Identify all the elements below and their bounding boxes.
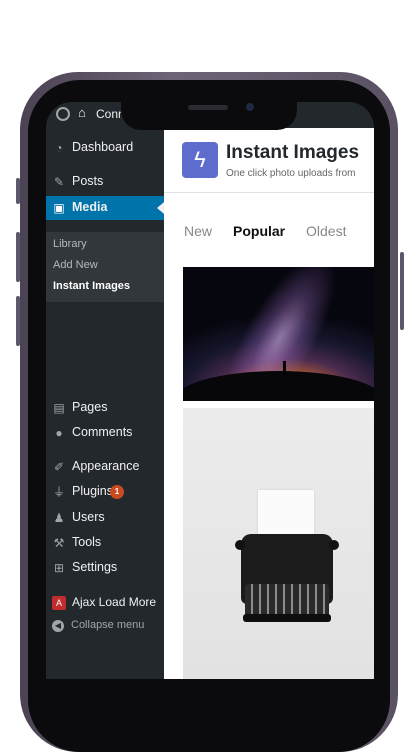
typewriter-base: [243, 614, 331, 622]
ajax-load-more-icon: A: [52, 596, 66, 610]
sidebar-item-label: Settings: [72, 560, 118, 574]
tab-popular[interactable]: Popular: [233, 223, 285, 239]
media-submenu: Library Add New Instant Images: [46, 232, 164, 302]
sidebar-item-label: Media: [72, 200, 108, 214]
typewriter-knob: [329, 540, 339, 550]
sidebar-item-comments[interactable]: ● Comments: [46, 421, 164, 445]
photo-night-sky[interactable]: [183, 267, 374, 401]
phone-screen: ⌂ Conn ◔ Dashboard ✎ Posts ▣ Media Libra…: [46, 102, 374, 679]
submenu-item-add-new[interactable]: Add New: [53, 259, 98, 271]
sidebar-item-ajax-load-more[interactable]: A Ajax Load More: [46, 591, 164, 615]
sidebar-item-label: Posts: [72, 174, 104, 188]
home-icon[interactable]: ⌂: [78, 105, 86, 120]
phone-button: [16, 178, 20, 204]
dashboard-icon: ◔: [55, 141, 63, 155]
phone-button: [400, 252, 404, 330]
horizon: [183, 371, 374, 401]
sidebar-item-posts[interactable]: ✎ Posts: [46, 170, 164, 194]
admin-sidebar: ◔ Dashboard ✎ Posts ▣ Media Library Add …: [46, 128, 164, 679]
sidebar-item-label: Pages: [72, 400, 108, 414]
collapse-menu-button[interactable]: ◀ Collapse menu: [46, 617, 164, 637]
speaker-grille: [188, 105, 228, 110]
media-icon: ▣: [53, 201, 65, 215]
submenu-item-library[interactable]: Library: [53, 238, 87, 250]
update-count-badge: 1: [110, 485, 124, 499]
sidebar-item-media[interactable]: ▣ Media: [46, 196, 164, 220]
page-title: Instant Images: [226, 142, 360, 163]
sidebar-item-label: Dashboard: [72, 140, 134, 154]
phone-button: [16, 232, 20, 282]
plugin-icon: ⏚: [52, 485, 65, 499]
brush-icon: ✐: [53, 460, 65, 474]
main-content: ϟ Instant Images One click photo uploads…: [164, 128, 374, 679]
phone-button: [16, 296, 20, 346]
typewriter-paper: [258, 490, 314, 540]
settings-icon: ⊞: [53, 561, 65, 575]
collapse-menu-label: Collapse menu: [71, 619, 145, 631]
user-icon: ♟: [53, 511, 65, 525]
wordpress-logo-icon[interactable]: [56, 107, 70, 121]
sidebar-item-users[interactable]: ♟ Users: [46, 506, 164, 530]
sidebar-item-label: Comments: [72, 425, 133, 439]
sidebar-item-label: Tools: [72, 535, 102, 549]
tab-new[interactable]: New: [184, 223, 212, 239]
sidebar-item-settings[interactable]: ⊞ Settings: [46, 556, 164, 580]
plugin-header: ϟ Instant Images One click photo uploads…: [164, 128, 374, 193]
sidebar-item-tools[interactable]: ⚒ Tools: [46, 531, 164, 555]
typewriter-knob: [235, 540, 245, 550]
silhouette: [283, 361, 286, 375]
collapse-arrow-icon: ◀: [52, 620, 64, 632]
front-camera: [246, 103, 254, 111]
phone-notch: [121, 96, 297, 130]
sidebar-item-plugins[interactable]: ⏚ Plugins 1: [46, 480, 164, 504]
sidebar-item-label: Ajax Load More: [72, 595, 157, 609]
tab-oldest[interactable]: Oldest: [306, 223, 346, 239]
pages-icon: ▤: [53, 401, 65, 415]
sort-tabs: New Popular Oldest: [164, 193, 374, 263]
photo-typewriter[interactable]: [183, 408, 374, 679]
page-subtitle: One click photo uploads from: [226, 168, 356, 179]
sidebar-item-label: Plugins: [72, 484, 113, 498]
submenu-item-instant-images[interactable]: Instant Images: [53, 280, 130, 292]
typewriter-keys: [245, 584, 329, 618]
pin-icon: ✎: [53, 175, 65, 189]
sidebar-item-dashboard[interactable]: ◔ Dashboard: [46, 136, 164, 160]
comments-icon: ●: [55, 426, 63, 440]
sidebar-item-label: Users: [72, 510, 105, 524]
wrench-icon: ⚒: [53, 536, 65, 550]
lightning-bolt-icon: ϟ: [182, 142, 218, 178]
sidebar-item-label: Appearance: [72, 459, 140, 473]
sidebar-item-pages[interactable]: ▤ Pages: [46, 396, 164, 420]
sidebar-item-appearance[interactable]: ✐ Appearance: [46, 455, 164, 479]
photo-grid: [164, 263, 374, 679]
